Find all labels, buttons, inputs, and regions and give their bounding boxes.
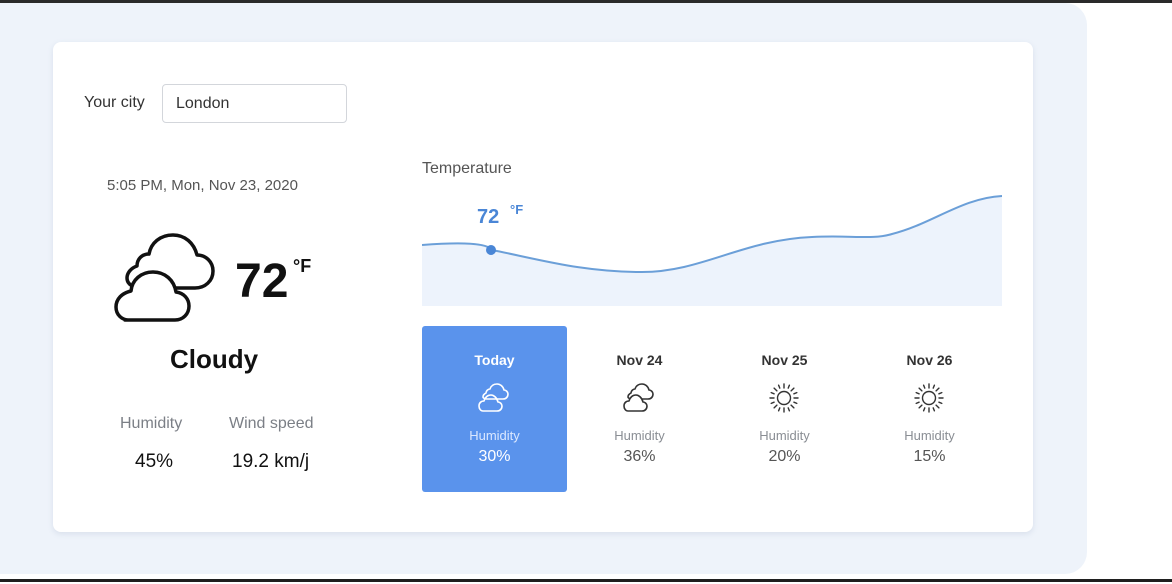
forecast-day: Nov 26 [906, 352, 953, 368]
humidity-value: 45% [135, 451, 174, 472]
weather-card: Your city 5:05 PM, Mon, Nov 23, 2020 72 … [53, 42, 1033, 532]
city-label: Your city [84, 94, 145, 111]
forecast-card-nov-24[interactable]: Nov 24 Humidity 36% [567, 326, 712, 492]
wind-speed-label: Wind speed [229, 415, 314, 432]
sun-icon [769, 383, 799, 413]
forecast-humidity-label: Humidity [759, 428, 810, 443]
temperature-chart [422, 195, 1002, 306]
window-bottom-border [0, 579, 1172, 582]
forecast-humidity-value: 15% [913, 448, 946, 465]
sun-icon [914, 383, 944, 413]
forecast-day: Today [474, 352, 515, 368]
wind-speed-value: 19.2 km/j [232, 451, 310, 472]
forecast-humidity-label: Humidity [614, 428, 665, 443]
chart-highlight-value: 72 [477, 206, 500, 228]
forecast-humidity-label: Humidity [904, 428, 955, 443]
current-datetime: 5:05 PM, Mon, Nov 23, 2020 [107, 177, 298, 194]
city-input[interactable] [162, 84, 347, 123]
cloud-icon [623, 383, 654, 412]
humidity-label: Humidity [120, 415, 183, 432]
forecast-humidity-value: 30% [478, 448, 511, 465]
chart-highlight-unit: °F [510, 202, 524, 217]
cloud-icon [114, 233, 215, 322]
temperature-area [422, 196, 1002, 306]
chart-title: Temperature [422, 160, 512, 177]
forecast-card-nov-26[interactable]: Nov 26 Humidity 15% [857, 326, 1002, 492]
current-temperature: 72 [235, 255, 289, 308]
forecast-card-nov-25[interactable]: Nov 25 Humidity 20% [712, 326, 857, 492]
forecast-card-today[interactable]: Today Humidity 30% [422, 326, 567, 492]
forecast-humidity-value: 20% [768, 448, 801, 465]
weather-condition: Cloudy [169, 344, 259, 374]
forecast-day: Nov 25 [761, 352, 808, 368]
forecast-humidity-label: Humidity [469, 428, 520, 443]
forecast-day: Nov 24 [616, 352, 663, 368]
forecast-humidity-value: 36% [623, 448, 656, 465]
cloud-icon [478, 383, 509, 412]
current-temperature-unit: °F [293, 256, 312, 276]
current-temp-point [486, 245, 496, 255]
